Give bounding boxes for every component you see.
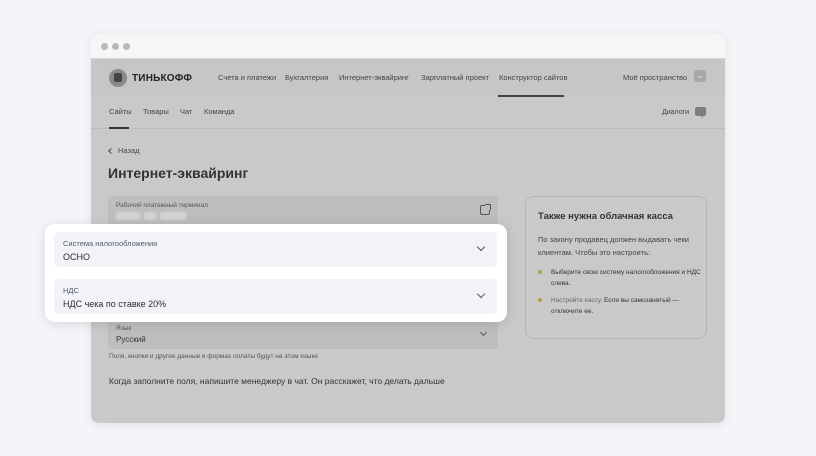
my-space-label[interactable]: Моё пространство [623, 73, 687, 82]
nav-item-payroll[interactable]: Зарплатный проект [421, 73, 489, 82]
window-control-dot[interactable] [112, 43, 119, 50]
tab-products[interactable]: Товары [143, 107, 169, 116]
chevron-down-icon [476, 289, 486, 299]
tab-chat[interactable]: Чат [180, 107, 192, 116]
chevron-down-icon[interactable]: ⌄ [694, 70, 706, 82]
nav-item-accounts[interactable]: Счета и платежи [218, 73, 276, 82]
top-navigation: ТИНЬКОФФ Счета и платежи Бухгалтерия Инт… [91, 59, 725, 97]
footer-instructions: Когда заполните поля, напишите менеджеру… [109, 376, 445, 386]
window-control-dot[interactable] [123, 43, 130, 50]
tax-system-label: Система налогообложения [63, 239, 158, 248]
nav-item-acquiring[interactable]: Интернет-эквайринг [339, 73, 409, 82]
terminal-value-hidden [116, 212, 186, 220]
nav-item-site-builder[interactable]: Конструктор сайтов [499, 73, 567, 82]
chevron-down-icon [476, 242, 486, 252]
card-text: По закону продавец должен выдавать чеки … [538, 235, 689, 257]
language-field-label: Язык [116, 325, 132, 332]
brand-name: ТИНЬКОФФ [132, 72, 193, 84]
back-link[interactable]: Назад [108, 146, 140, 155]
language-field[interactable]: Язык Русский [108, 321, 498, 349]
chevron-left-icon [108, 147, 114, 154]
dialogs-label[interactable]: Диалоги [662, 109, 689, 116]
bullet-dot [538, 270, 542, 274]
tax-system-select[interactable]: Система налогообложения ОСНО [54, 232, 497, 267]
brand-logo[interactable]: ТИНЬКОФФ [109, 69, 192, 87]
vat-value: НДС чека по ставке 20% [63, 299, 167, 309]
external-link-icon[interactable] [480, 204, 491, 215]
vat-select[interactable]: НДС НДС чека по ставке 20% [54, 279, 497, 314]
vat-label: НДС [63, 286, 79, 295]
page-title: Интернет-эквайринг [108, 165, 249, 181]
card-title: Также нужна облачная касса [538, 211, 673, 222]
tax-system-value: ОСНО [63, 252, 90, 262]
setup-cashbox-link[interactable]: Настройте кассу. [551, 297, 602, 304]
terminal-field-label: Рабочий платежный терминал [116, 202, 208, 209]
language-field-value: Русский [116, 335, 146, 344]
tinkoff-shield-logo-icon [109, 69, 127, 87]
nav-item-accounting[interactable]: Бухгалтерия [285, 73, 328, 82]
cloud-cashbox-card: Также нужна облачная касса По закону про… [525, 196, 707, 339]
tab-team[interactable]: Команда [204, 107, 235, 116]
bullet-text: Выберите свою систему налогообложения и … [551, 269, 701, 287]
back-label: Назад [118, 146, 140, 155]
bullet-dot [538, 298, 542, 302]
language-hint: Поля, кнопки и другие данные в формах оп… [109, 353, 318, 360]
chevron-down-icon [479, 328, 488, 337]
window-control-dot[interactable] [101, 43, 108, 50]
window-titlebar [91, 33, 725, 59]
tab-sites[interactable]: Сайты [109, 107, 132, 116]
highlighted-fields-panel: Система налогообложения ОСНО НДС НДС чек… [45, 224, 507, 322]
bullet-text: Настройте кассу. Если вы самозанятый — о… [551, 295, 701, 317]
active-tab-underline [109, 127, 129, 129]
sub-navigation: Сайты Товары Чат Команда Диалоги [91, 97, 725, 129]
terminal-field[interactable]: Рабочий платежный терминал [108, 196, 498, 226]
chat-icon[interactable] [695, 107, 706, 118]
